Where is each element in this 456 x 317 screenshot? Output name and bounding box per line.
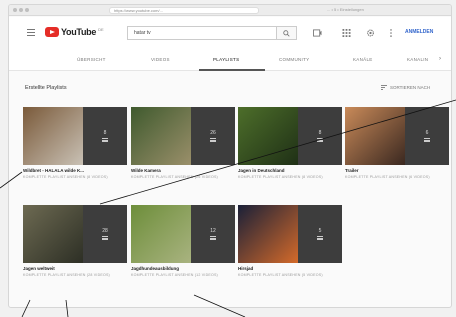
tab-channel-info[interactable]: KANALIN — [407, 57, 428, 62]
video-count: 12 — [210, 228, 216, 234]
view-full-playlist-link[interactable]: KOMPLETTE PLAYLIST ANSEHEN (28 VIDEOS) — [23, 273, 127, 278]
thumbnail-image — [238, 107, 298, 165]
masthead: YouTube DE hatar tv ANMELDEN — [9, 17, 451, 49]
play-logo-icon — [45, 27, 59, 37]
minimize-dot[interactable] — [19, 8, 23, 12]
sort-icon — [381, 85, 387, 90]
thumbnail-image — [131, 205, 191, 263]
window-controls[interactable] — [13, 8, 29, 12]
playlist-title[interactable]: Wilde Kamera — [131, 168, 235, 173]
playlist-thumbnail[interactable]: 8 — [238, 107, 342, 165]
video-count: 5 — [318, 228, 322, 234]
upload-icon[interactable] — [313, 29, 322, 37]
video-count-overlay: 8 — [83, 107, 127, 165]
video-count: 8 — [318, 130, 322, 136]
sign-in-button[interactable]: ANMELDEN — [405, 29, 433, 35]
playlist-thumbnail[interactable]: 6 — [345, 107, 449, 165]
playlist-thumbnail[interactable]: 8 — [23, 107, 127, 165]
logo-country: DE — [98, 27, 104, 32]
playlist-icon — [102, 138, 108, 142]
search-input[interactable]: hatar tv — [127, 26, 277, 40]
browser-window: https://www.youtube.com/... ... • 5 • Ei… — [8, 4, 452, 308]
video-count-overlay: 28 — [83, 205, 127, 263]
playlist-thumbnail[interactable]: 5 — [238, 205, 342, 263]
tab-channels[interactable]: KANÄLE — [353, 57, 373, 62]
view-full-playlist-link[interactable]: KOMPLETTE PLAYLIST ANSEHEN (8 VIDEOS) — [238, 175, 342, 180]
video-count: 6 — [425, 130, 429, 136]
logo-word: YouTube — [61, 27, 97, 37]
view-full-playlist-link[interactable]: KOMPLETTE PLAYLIST ANSEHEN (5 VIDEOS) — [238, 273, 342, 278]
apps-icon[interactable] — [342, 29, 351, 37]
playlist-thumbnail[interactable]: 12 — [131, 205, 235, 263]
playlist-card[interactable]: 28 Jagen weltweit KOMPLETTE PLAYLIST ANSEH… — [23, 205, 127, 278]
playlist-title[interactable]: Jagdhundeausbildung — [131, 266, 235, 271]
video-count-overlay: 5 — [298, 205, 342, 263]
more-icon[interactable] — [389, 29, 393, 37]
tab-overview[interactable]: ÜBERSICHT — [77, 57, 106, 62]
view-full-playlist-link[interactable]: KOMPLETTE PLAYLIST ANSEHEN (6 VIDEOS) — [345, 175, 449, 180]
browser-toolbar: https://www.youtube.com/... ... • 5 • Ei… — [9, 5, 451, 16]
active-tab-indicator — [199, 69, 265, 71]
playlist-icon — [317, 236, 323, 240]
view-full-playlist-link[interactable]: KOMPLETTE PLAYLIST ANSEHEN (12 VIDEOS) — [131, 273, 235, 278]
search-icon — [283, 29, 290, 37]
section-title: Erstellte Playlists — [25, 85, 67, 91]
video-count-overlay: 26 — [191, 107, 235, 165]
video-count: 26 — [210, 130, 216, 136]
channel-tabs: ÜBERSICHT VIDEOS PLAYLISTS COMMUNITY KAN… — [9, 49, 451, 71]
tab-community[interactable]: COMMUNITY — [279, 57, 309, 62]
thumbnail-image — [23, 107, 83, 165]
video-count-overlay: 12 — [191, 205, 235, 263]
video-count-overlay: 6 — [405, 107, 449, 165]
playlist-icon — [210, 138, 216, 142]
video-count-overlay: 8 — [298, 107, 342, 165]
menu-icon[interactable] — [27, 29, 35, 36]
playlist-icon — [317, 138, 323, 142]
playlist-thumbnail[interactable]: 26 — [131, 107, 235, 165]
sort-label: SORTIEREN NACH — [390, 85, 431, 90]
settings-icon[interactable] — [366, 29, 375, 37]
playlist-title[interactable]: Wildbret - HALALA wilde K... — [23, 168, 127, 173]
playlist-title[interactable]: Hirsjad — [238, 266, 342, 271]
playlist-title[interactable]: Jagen in Deutschland — [238, 168, 342, 173]
playlist-icon — [102, 236, 108, 240]
playlist-thumbnail[interactable]: 28 — [23, 205, 127, 263]
playlist-card[interactable]: 5 Hirsjad KOMPLETTE PLAYLIST ANSEHEN (5 VI… — [238, 205, 342, 278]
playlist-card[interactable]: 6 Trailer KOMPLETTE PLAYLIST ANSEHEN (6 VI… — [345, 107, 449, 180]
playlist-card[interactable]: 8 Jagen in Deutschland KOMPLETTE PLAYLIST … — [238, 107, 342, 180]
view-full-playlist-link[interactable]: KOMPLETTE PLAYLIST ANSEHEN (26 VIDEOS) — [131, 175, 235, 180]
youtube-logo[interactable]: YouTube DE — [45, 27, 104, 37]
view-full-playlist-link[interactable]: KOMPLETTE PLAYLIST ANSEHEN (8 VIDEOS) — [23, 175, 127, 180]
thumbnail-image — [131, 107, 191, 165]
video-count: 28 — [102, 228, 108, 234]
playlist-icon — [424, 138, 430, 142]
browser-extensions: ... • 5 • Einstellungen — [327, 7, 364, 12]
search-button[interactable] — [277, 26, 297, 40]
tab-videos[interactable]: VIDEOS — [151, 57, 170, 62]
address-bar[interactable]: https://www.youtube.com/... — [109, 7, 259, 14]
thumbnail-image — [238, 205, 298, 263]
close-dot[interactable] — [13, 8, 17, 12]
maximize-dot[interactable] — [25, 8, 29, 12]
chevron-right-icon[interactable]: › — [439, 56, 441, 62]
playlist-card[interactable]: 26 Wilde Kamera KOMPLETTE PLAYLIST ANSEHEN… — [131, 107, 235, 180]
playlist-card[interactable]: 8 Wildbret - HALALA wilde K... KOMPLETTE P… — [23, 107, 127, 180]
thumbnail-image — [23, 205, 83, 263]
playlist-card[interactable]: 12 Jagdhundeausbildung KOMPLETTE PLAYLIST … — [131, 205, 235, 278]
thumbnail-image — [345, 107, 405, 165]
video-count: 8 — [103, 130, 107, 136]
playlist-icon — [210, 236, 216, 240]
tab-playlists[interactable]: PLAYLISTS — [213, 57, 239, 62]
playlist-title[interactable]: Trailer — [345, 168, 449, 173]
playlist-title[interactable]: Jagen weltweit — [23, 266, 127, 271]
sort-button[interactable]: SORTIEREN NACH — [381, 85, 430, 90]
